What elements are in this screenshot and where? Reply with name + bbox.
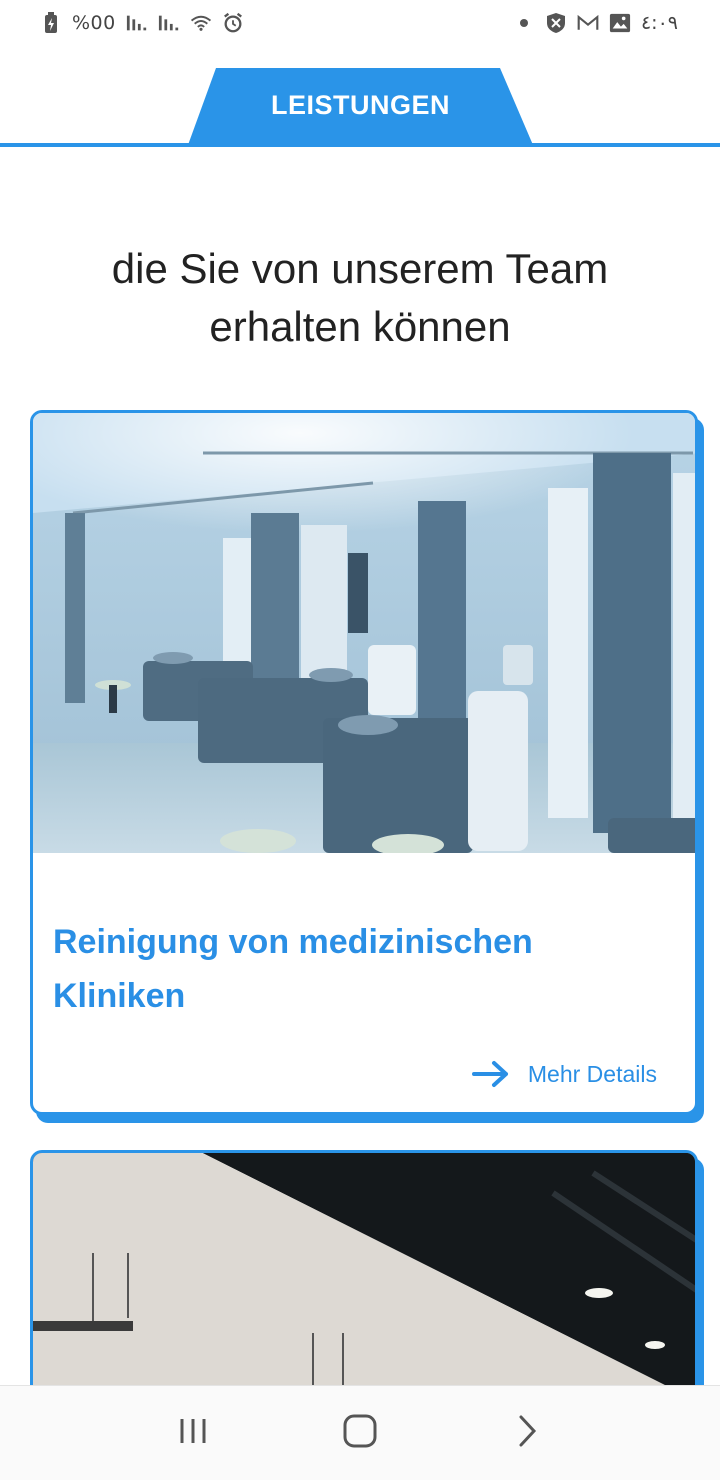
- shield-icon: [545, 12, 567, 34]
- service-card[interactable]: Reinigung von medizinischen Kliniken Meh…: [30, 410, 698, 1115]
- header-tab-label: LEISTUNGEN: [270, 89, 450, 120]
- section-header: LEISTUNGEN: [0, 68, 720, 148]
- hospital-room-photo: [33, 413, 695, 853]
- gallery-icon: [609, 12, 631, 34]
- header-tab: LEISTUNGEN: [188, 68, 533, 145]
- recent-apps-icon: [178, 1416, 208, 1451]
- clock-time: ٤:٠٩: [640, 12, 678, 34]
- card-body: Reinigung von medizinischen Kliniken: [33, 915, 695, 1023]
- back-icon: [516, 1414, 538, 1453]
- status-bar-right: ٤:٠٩: [513, 12, 678, 34]
- arrow-right-icon: [471, 1060, 510, 1088]
- more-details-link[interactable]: Mehr Details: [471, 1060, 657, 1088]
- status-bar-left: %00: [40, 12, 244, 34]
- battery-charging-icon: [40, 12, 62, 34]
- recent-apps-button[interactable]: [163, 1403, 223, 1463]
- back-button[interactable]: [497, 1403, 557, 1463]
- card-title[interactable]: Reinigung von medizinischen Kliniken: [53, 915, 613, 1023]
- battery-percent: %00: [72, 12, 116, 34]
- home-icon: [343, 1414, 377, 1453]
- dot-icon: [513, 12, 535, 34]
- alarm-icon: [222, 12, 244, 34]
- more-details-label: Mehr Details: [527, 1060, 657, 1087]
- gmail-icon: [577, 12, 599, 34]
- signal-icon: [158, 12, 180, 34]
- signal-icon: [126, 12, 148, 34]
- wifi-icon: [190, 12, 212, 34]
- page-heading: die Sie von unserem Team erhalten können: [111, 245, 609, 350]
- home-button[interactable]: [330, 1403, 390, 1463]
- system-nav-bar: [0, 1385, 720, 1480]
- status-bar: %00 ٤:٠٩: [0, 0, 720, 46]
